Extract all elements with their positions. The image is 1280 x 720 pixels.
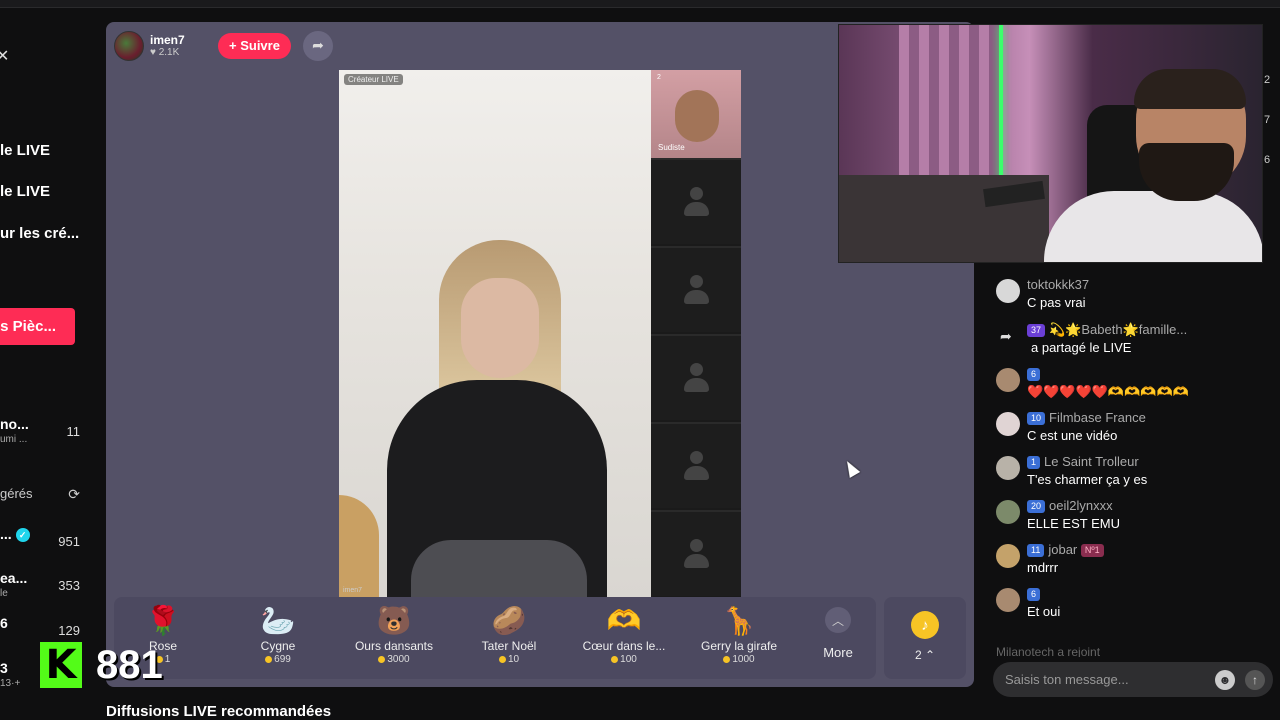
follow-button[interactable]: + Suivre [218, 32, 291, 59]
join-notice: Milanotech a rejoint [996, 645, 1101, 657]
streamer-figure [387, 240, 607, 597]
video-stage[interactable]: Créateur LIVE imen7 2 Sudiste [339, 70, 741, 597]
suggested-account-row[interactable]: ea... le 353 [0, 570, 88, 606]
empty-guest-slot[interactable] [651, 334, 741, 420]
gift-bar: 🌹 Rose 1 🦢 Cygne 699 🐻 Ours dansants 300… [114, 597, 876, 679]
rose-icon: 🌹 [145, 605, 181, 636]
suggested-section-header: gérés ⟳ [0, 486, 80, 503]
send-arrow-icon[interactable]: ↑ [1245, 670, 1265, 690]
coin-icon [378, 655, 386, 663]
main-camera-feed[interactable]: Créateur LIVE imen7 [339, 70, 651, 597]
level-badge: 20 [1027, 500, 1046, 514]
empty-guest-slot[interactable] [651, 246, 741, 332]
sidebar-link-live-2[interactable]: le LIVE [0, 183, 50, 200]
refresh-icon[interactable]: ⟳ [68, 486, 80, 503]
share-arrow-icon[interactable]: ➦ [302, 30, 333, 61]
sidebar-link-live[interactable]: le LIVE [0, 142, 50, 159]
guest-feed[interactable]: 2 Sudiste [651, 70, 741, 158]
potato-icon: 🥔 [491, 605, 527, 636]
bear-icon: 🐻 [376, 605, 412, 636]
swan-icon: 🦢 [260, 605, 296, 636]
level-badge: 11 [1027, 544, 1045, 558]
sidebar-link-creators[interactable]: ur les cré... [0, 225, 79, 242]
gift-item-giraffe[interactable]: 🦒 Gerry la girafe 1000 [684, 603, 794, 665]
user-placeholder-icon [684, 275, 709, 305]
gift-item-bears[interactable]: 🐻 Ours dansants 3000 [339, 603, 449, 665]
chat-input-box: ☻ ↑ [993, 662, 1273, 697]
heart-hands-icon: 🫶 [606, 605, 642, 636]
user-placeholder-icon [684, 539, 709, 569]
avatar[interactable] [996, 588, 1020, 612]
mouse-cursor-icon [841, 458, 861, 478]
gift-item-swan[interactable]: 🦢 Cygne 699 [223, 603, 333, 665]
level-badge: 6 [1027, 368, 1041, 382]
avatar[interactable] [996, 368, 1020, 392]
level-badge: 1 [1027, 456, 1041, 470]
chevron-up-icon: ︿ [825, 607, 851, 633]
followed-account-row[interactable]: no... umi ... 11 [0, 416, 88, 452]
level-badge: 37 [1027, 324, 1046, 338]
gift-item-heart[interactable]: 🫶 Cœur dans le... 100 [569, 603, 679, 665]
webcam-person [1044, 69, 1262, 262]
empty-guest-slot[interactable] [651, 510, 741, 596]
suggested-account-row[interactable]: ... ✓ 951 [0, 526, 88, 562]
host-name[interactable]: imen7 [150, 33, 210, 47]
get-coins-button[interactable]: es Pièc... [0, 308, 75, 345]
guest-viewer-count: 2 [657, 74, 661, 81]
left-sidebar: ✕ le LIVE le LIVE ur les cré... es Pièc.… [0, 8, 100, 720]
streamer-webcam-overlay [838, 24, 1263, 263]
kick-viewer-overlay: K 881 [40, 640, 163, 690]
tiktok-coin-icon: ♪ [911, 611, 939, 639]
creator-live-tag: Créateur LIVE [344, 74, 403, 85]
level-badge: 6 [1027, 588, 1041, 602]
coin-icon [498, 655, 506, 663]
host-avatar[interactable] [114, 30, 144, 61]
host-likes: 2.1K [158, 47, 180, 58]
guest-name: Sudiste [658, 143, 685, 152]
guest-column: 2 Sudiste [651, 70, 741, 597]
verified-icon: ✓ [15, 528, 30, 543]
kick-logo-icon: K [40, 642, 82, 688]
user-placeholder-icon [684, 187, 709, 217]
empty-guest-slot[interactable] [651, 158, 741, 244]
recommended-lives-title: Diffusions LIVE recommandées [106, 703, 332, 720]
chat-message-input[interactable] [993, 662, 1213, 697]
chat-panel: toktokkk37 C pas vrai ➦ 37 💫🌟Babeth🌟famil… [986, 265, 1280, 655]
kick-viewer-count: 881 [96, 642, 163, 687]
avatar[interactable] [996, 544, 1020, 568]
main-feed-name: imen7 [343, 587, 363, 594]
coin-icon [723, 655, 731, 663]
coin-balance-button[interactable]: ♪ 2 ⌃ [884, 597, 966, 679]
edge-numbers: 2 7 6 [1264, 74, 1271, 166]
avatar[interactable] [996, 500, 1020, 524]
host-header: imen7 ♥ 2.1K + Suivre ➦ [114, 30, 333, 61]
more-gifts-button[interactable]: ︿ More [808, 607, 868, 660]
avatar[interactable] [996, 412, 1020, 436]
user-placeholder-icon [684, 363, 709, 393]
empty-guest-slot[interactable] [651, 422, 741, 508]
giraffe-icon: 🦒 [721, 605, 757, 636]
close-icon[interactable]: ✕ [0, 46, 9, 66]
browser-top-strip [0, 0, 1280, 8]
emoji-icon[interactable]: ☻ [1215, 670, 1235, 690]
avatar[interactable] [996, 456, 1020, 480]
heart-icon: ♥ [150, 47, 156, 58]
rank-badge: Nº1 [1080, 544, 1104, 558]
gift-item-tater[interactable]: 🥔 Tater Noël 10 [454, 603, 564, 665]
avatar[interactable] [996, 279, 1020, 303]
stool-shape [339, 495, 379, 597]
coin-icon [611, 655, 619, 663]
user-placeholder-icon [684, 451, 709, 481]
level-badge: 10 [1027, 412, 1046, 426]
coin-icon [265, 655, 273, 663]
share-arrow-icon: ➦ [1000, 328, 1012, 344]
